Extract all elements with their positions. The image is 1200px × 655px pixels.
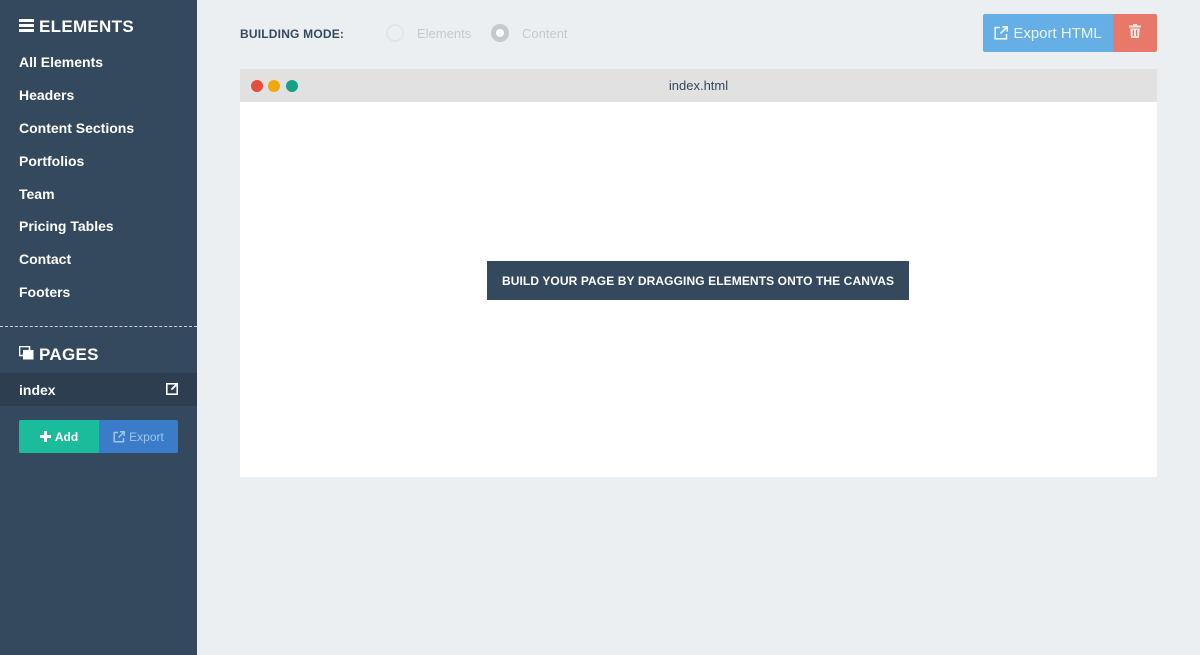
edit-icon[interactable]	[166, 382, 179, 398]
add-page-button[interactable]: Add	[19, 420, 99, 453]
pages-heading-label: PAGES	[39, 345, 99, 364]
export-html-button[interactable]: Export HTML	[983, 14, 1113, 52]
mode-radio-elements[interactable]: Elements	[386, 24, 471, 42]
elements-heading: ELEMENTS	[19, 16, 134, 38]
browser-frame: index.html BUILD YOUR PAGE BY DRAGGING E…	[240, 69, 1157, 477]
delete-button[interactable]	[1113, 14, 1157, 52]
elements-menu: All Elements Headers Content Sections Po…	[0, 46, 197, 309]
page-item-label: index	[19, 381, 56, 398]
radio-circle	[491, 24, 509, 42]
export-html-label: Export HTML	[1013, 24, 1102, 42]
menu-item-footers[interactable]: Footers	[0, 276, 197, 309]
pages-heading: PAGES	[18, 344, 99, 366]
external-link-icon	[113, 430, 126, 443]
trash-icon	[1129, 23, 1141, 43]
mode-elements-label: Elements	[417, 25, 472, 41]
menu-item-pricing-tables[interactable]: Pricing Tables	[0, 210, 197, 243]
sidebar: ELEMENTS All Elements Headers Content Se…	[0, 0, 197, 655]
export-page-button[interactable]: Export	[99, 420, 178, 453]
mode-radio-content[interactable]: Content	[491, 24, 568, 42]
menu-item-all-elements[interactable]: All Elements	[0, 46, 197, 79]
copy-icon	[18, 345, 34, 365]
sidebar-divider	[0, 326, 197, 327]
export-page-label: Export	[129, 429, 164, 444]
menu-item-portfolios[interactable]: Portfolios	[0, 145, 197, 178]
browser-titlebar: index.html	[240, 69, 1157, 102]
page-canvas[interactable]: BUILD YOUR PAGE BY DRAGGING ELEMENTS ONT…	[240, 102, 1157, 477]
building-mode-label: BUILDING MODE:	[240, 27, 345, 41]
plus-icon	[39, 431, 51, 442]
mode-content-label: Content	[522, 25, 568, 41]
radio-circle	[386, 24, 404, 42]
page-item-index[interactable]: index	[0, 373, 197, 406]
canvas-filename: index.html	[668, 78, 729, 93]
menu-item-team[interactable]: Team	[0, 178, 197, 211]
menu-item-headers[interactable]: Headers	[0, 79, 197, 112]
bars-icon	[19, 17, 34, 37]
menu-item-content-sections[interactable]: Content Sections	[0, 112, 197, 145]
menu-item-contact[interactable]: Contact	[0, 243, 197, 276]
elements-heading-label: ELEMENTS	[39, 17, 134, 36]
canvas-placeholder: BUILD YOUR PAGE BY DRAGGING ELEMENTS ONT…	[487, 261, 909, 300]
external-link-icon	[994, 26, 1009, 40]
add-page-label: Add	[54, 429, 79, 444]
